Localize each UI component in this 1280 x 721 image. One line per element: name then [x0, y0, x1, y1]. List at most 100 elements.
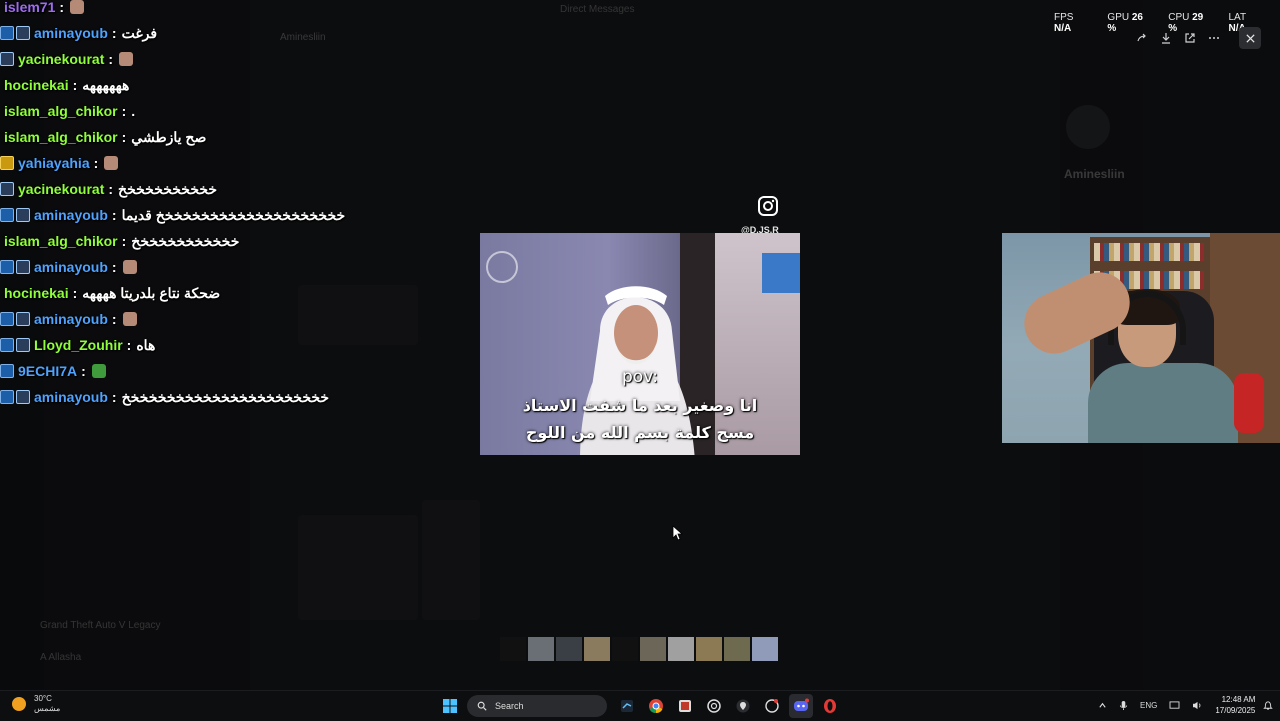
taskbar-search[interactable]: Search: [467, 695, 607, 717]
chat-text: خخخخخخخخخخخخ: [131, 232, 240, 249]
subtitle-pov: pov:: [621, 367, 659, 387]
current-user: A Allasha: [40, 652, 82, 663]
chat-message: aminayoub:: [0, 254, 470, 280]
chat-message: islam_alg_chikor: صح يازطشي: [0, 124, 470, 150]
capture-icon: [679, 700, 691, 712]
chat-text: خخخخخخخخخخخخخخخخخخخخخخخ: [121, 388, 330, 405]
start-button[interactable]: [438, 694, 462, 718]
profile-avatar: [1066, 105, 1110, 149]
chat-text: ههههههه: [82, 76, 130, 93]
chrome-icon: [649, 699, 663, 714]
stat-badge-icon: [16, 260, 30, 274]
chat-separator: :: [111, 389, 117, 405]
attachment-thumbnail: [298, 515, 418, 620]
chat-separator: :: [111, 207, 117, 223]
windows-taskbar: 30°C مشمس Search ENG 12:48 AM 17/09/2025: [0, 690, 1280, 721]
clock-time: 12:48 AM: [1221, 695, 1256, 704]
sun-icon: [12, 697, 26, 711]
chat-username[interactable]: 9ECHI7A: [18, 363, 77, 379]
chatgpt-app[interactable]: [702, 694, 726, 718]
close-icon: [1245, 33, 1255, 43]
notification-bell-icon[interactable]: [1263, 700, 1274, 711]
chat-username[interactable]: islem71: [4, 0, 55, 15]
chat-separator: :: [121, 129, 127, 145]
discord-app[interactable]: [789, 694, 813, 718]
close-button[interactable]: [1239, 27, 1261, 49]
prime-badge-icon: [0, 312, 14, 326]
media-thumbnail[interactable]: [584, 637, 610, 661]
chat-separator: :: [108, 181, 114, 197]
chat-text: خخخخخخخخخخخ: [118, 180, 218, 197]
chrome-app[interactable]: [644, 694, 668, 718]
language-indicator[interactable]: ENG: [1140, 701, 1157, 710]
stat-label: GPU: [1107, 12, 1130, 23]
browser-app[interactable]: [760, 694, 784, 718]
stat-label: CPU: [1168, 12, 1190, 23]
stat-badge-icon: [16, 208, 30, 222]
chat-username[interactable]: yacinekourat: [18, 51, 104, 67]
chat-text: .: [131, 103, 136, 119]
chat-separator: :: [72, 77, 78, 93]
stat-badge-icon: [16, 390, 30, 404]
media-thumbnail[interactable]: [612, 637, 638, 661]
open-external-icon[interactable]: [1179, 28, 1201, 48]
chat-message: islem71:: [0, 0, 470, 20]
stat-label: FPS: [1054, 12, 1074, 23]
forward-icon[interactable]: [1131, 28, 1153, 48]
opera-icon: [824, 699, 836, 713]
chatgpt-icon: [707, 699, 721, 713]
chat-username[interactable]: aminayoub: [34, 259, 108, 275]
media-thumbnail[interactable]: [500, 637, 526, 661]
chat-text: فرغت: [121, 24, 158, 41]
chat-message: yahiayahia:: [0, 150, 470, 176]
media-thumbnail[interactable]: [528, 637, 554, 661]
game-activity: Grand Theft Auto V Legacy: [40, 620, 161, 631]
chat-username[interactable]: yahiayahia: [18, 155, 90, 171]
download-icon[interactable]: [1155, 28, 1177, 48]
steam-app[interactable]: [615, 694, 639, 718]
network-icon[interactable]: [1169, 700, 1180, 710]
chat-username[interactable]: islam_alg_chikor: [4, 129, 118, 145]
media-thumbnail[interactable]: [640, 637, 666, 661]
volume-icon[interactable]: [1192, 701, 1203, 710]
chat-overlay: islem71: aminayoub: فرغت yacinekourat: hocin…: [0, 0, 470, 410]
media-thumbnail[interactable]: [556, 637, 582, 661]
chat-username[interactable]: aminayoub: [34, 25, 108, 41]
chat-message: aminayoub:: [0, 306, 470, 332]
emote-icon: [119, 52, 134, 66]
chat-username[interactable]: aminayoub: [34, 207, 108, 223]
search-label: Search: [495, 701, 524, 711]
capture-app[interactable]: [673, 694, 697, 718]
location-icon: [736, 699, 750, 713]
chat-username[interactable]: hocinekai: [4, 77, 69, 93]
chat-username[interactable]: Lloyd_Zouhir: [34, 337, 123, 353]
clock[interactable]: 12:48 AM 17/09/2025: [1215, 694, 1255, 716]
more-options-icon[interactable]: [1203, 28, 1225, 48]
microphone-icon[interactable]: [1119, 700, 1128, 711]
chat-username[interactable]: islam_alg_chikor: [4, 103, 118, 119]
chat-text: خخخخخخخخخخخخخخخخخخخخخ قديما: [121, 206, 346, 223]
media-thumbnail[interactable]: [724, 637, 750, 661]
chat-username[interactable]: aminayoub: [34, 311, 108, 327]
emote-icon: [122, 312, 137, 326]
chat-username[interactable]: aminayoub: [34, 389, 108, 405]
mouse-cursor-icon: [672, 525, 684, 541]
chat-separator: :: [81, 363, 86, 379]
media-thumbnail[interactable]: [668, 637, 694, 661]
chat-username[interactable]: hocinekai: [4, 285, 69, 301]
media-viewer-video[interactable]: pov: انا وصغير بعد ما شفت الاستاذ مسح كل…: [480, 233, 800, 455]
chat-username[interactable]: islam_alg_chikor: [4, 233, 118, 249]
location-app[interactable]: [731, 694, 755, 718]
chat-message: yacinekourat:: [0, 46, 470, 72]
chat-message: aminayoub: خخخخخخخخخخخخخخخخخخخخخ قديما: [0, 202, 470, 228]
chat-separator: :: [121, 233, 127, 249]
weather-widget[interactable]: 30°C مشمس: [12, 694, 60, 714]
weather-condition: مشمس: [34, 704, 61, 713]
chat-message: hocinekai: ههههههه: [0, 72, 470, 98]
chevron-up-icon[interactable]: [1098, 701, 1107, 710]
media-thumbnail[interactable]: [752, 637, 778, 661]
opera-app[interactable]: [818, 694, 842, 718]
media-thumbnail[interactable]: [696, 637, 722, 661]
prime-badge-icon: [0, 338, 14, 352]
chat-username[interactable]: yacinekourat: [18, 181, 104, 197]
